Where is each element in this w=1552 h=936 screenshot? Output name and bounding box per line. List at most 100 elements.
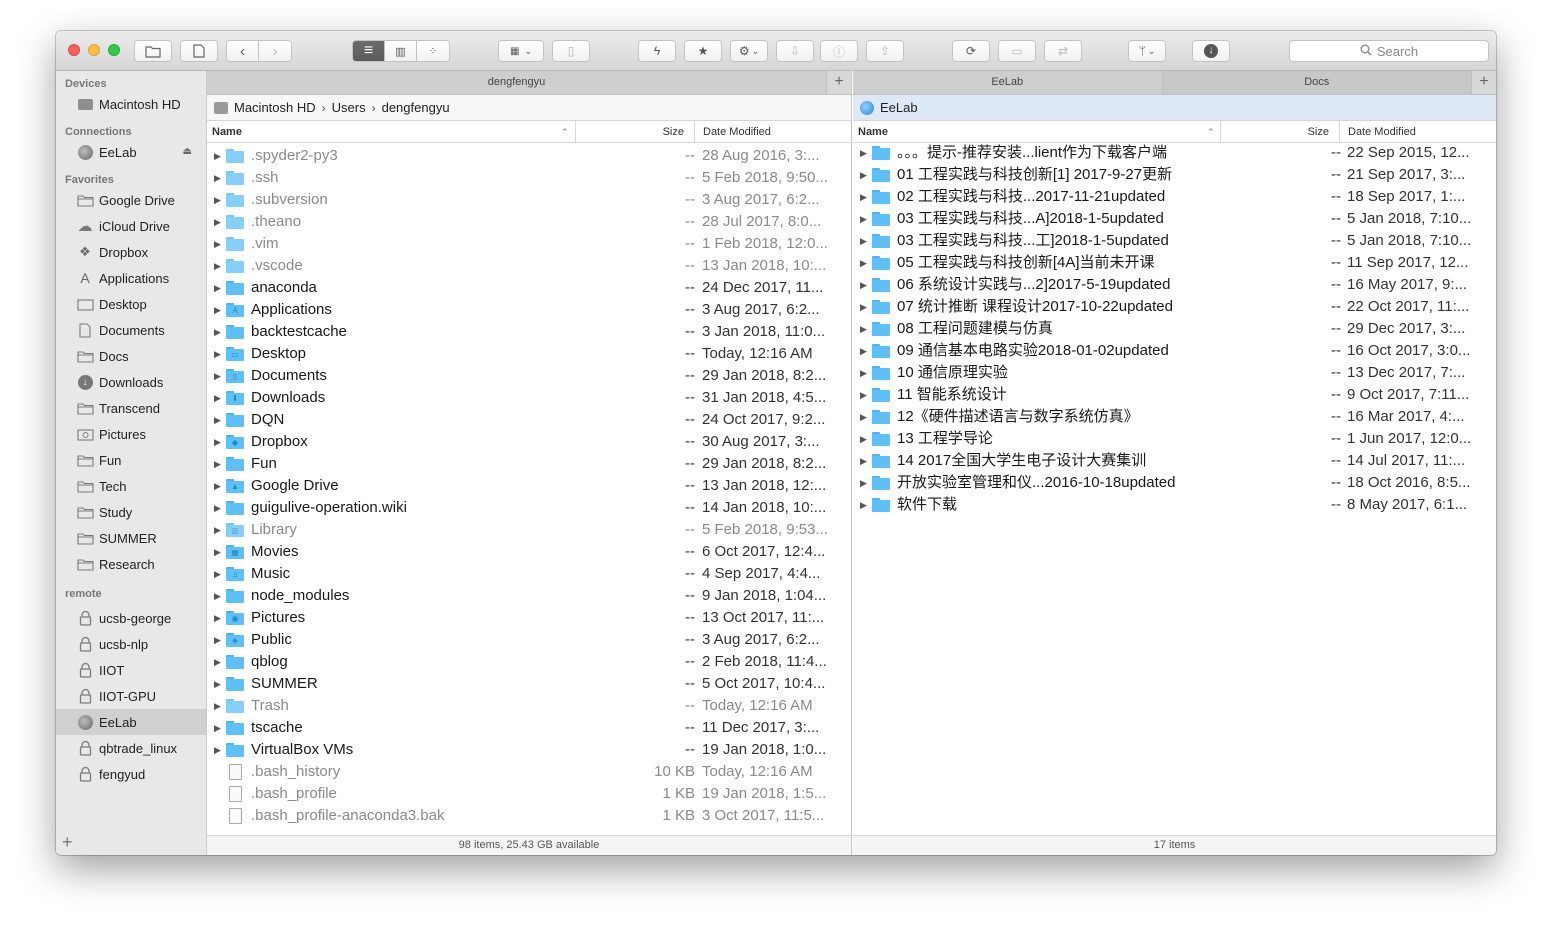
disclosure-triangle-icon[interactable]: ▶ <box>860 362 867 384</box>
disclosure-triangle-icon[interactable]: ▶ <box>214 365 221 387</box>
back-button[interactable]: ‹ <box>227 41 259 61</box>
sidebar-item-eelab[interactable]: EeLab <box>56 709 206 735</box>
disclosure-triangle-icon[interactable]: ▶ <box>860 450 867 472</box>
file-row[interactable]: ▶ node_modules -- 9 Jan 2018, 1:04... <box>207 585 851 607</box>
disclosure-triangle-icon[interactable]: ▶ <box>214 299 221 321</box>
disclosure-triangle-icon[interactable]: ▶ <box>214 189 221 211</box>
disclosure-triangle-icon[interactable]: ▶ <box>860 340 867 362</box>
file-row[interactable]: ▶ SUMMER -- 5 Oct 2017, 10:4... <box>207 673 851 695</box>
disclosure-triangle-icon[interactable]: ▶ <box>860 318 867 340</box>
sidebar-item-qbtrade-linux[interactable]: qbtrade_linux <box>56 735 206 761</box>
disclosure-triangle-icon[interactable]: ▶ <box>214 563 221 585</box>
file-row[interactable]: ▶ Fun -- 29 Jan 2018, 8:2... <box>207 453 851 475</box>
settings-menu-button[interactable]: ⚙ ⌄ <box>730 40 768 62</box>
sidebar-item-iiot[interactable]: IIOT <box>56 657 206 683</box>
share-button[interactable]: ⇪ <box>866 40 904 62</box>
sidebar-item-study[interactable]: Study <box>56 499 206 525</box>
file-row[interactable]: ▶ ▦ Movies -- 6 Oct 2017, 12:4... <box>207 541 851 563</box>
sidebar-item-fun[interactable]: Fun <box>56 447 206 473</box>
disclosure-triangle-icon[interactable]: ▶ <box>860 208 867 230</box>
search-input[interactable]: Search <box>1289 40 1489 62</box>
sidebar-item-documents[interactable]: Documents <box>56 317 206 343</box>
file-row[interactable]: ▶ 08 工程问题建模与仿真 -- 29 Dec 2017, 3:... <box>853 318 1496 340</box>
disclosure-triangle-icon[interactable]: ▶ <box>214 717 221 739</box>
file-row[interactable]: ▶ ▲ Google Drive -- 13 Jan 2018, 12:... <box>207 475 851 497</box>
disclosure-triangle-icon[interactable]: ▶ <box>214 629 221 651</box>
disclosure-triangle-icon[interactable]: ▶ <box>214 409 221 431</box>
disclosure-triangle-icon[interactable]: ▶ <box>860 296 867 318</box>
file-row[interactable]: ▶ VirtualBox VMs -- 19 Jan 2018, 1:0... <box>207 739 851 761</box>
file-row[interactable]: ▶ ◉ Pictures -- 13 Oct 2017, 11:... <box>207 607 851 629</box>
sidebar-item-eelab[interactable]: EeLab ⏏ <box>56 139 206 165</box>
disclosure-triangle-icon[interactable]: ▶ <box>860 164 867 186</box>
add-tab-button[interactable]: + <box>827 71 851 94</box>
disclosure-triangle-icon[interactable]: ▶ <box>214 497 221 519</box>
tab-eelab[interactable]: EeLab <box>853 71 1163 94</box>
sidebar-item-macintosh-hd[interactable]: Macintosh HD <box>56 91 206 117</box>
favorite-button[interactable]: ★ <box>684 40 722 62</box>
sidebar-item-google-drive[interactable]: Google Drive <box>56 187 206 213</box>
disclosure-triangle-icon[interactable]: ▶ <box>214 233 221 255</box>
disclosure-triangle-icon[interactable]: ▶ <box>214 387 221 409</box>
file-row[interactable]: ▶ .subversion -- 3 Aug 2017, 6:2... <box>207 189 851 211</box>
file-row[interactable]: ▶ ▭ Desktop -- Today, 12:16 AM <box>207 343 851 365</box>
tab-docs[interactable]: Docs <box>1162 71 1472 94</box>
arrange-menu-button[interactable]: ▦ ⌄ <box>498 40 544 62</box>
sidebar-item-tech[interactable]: Tech <box>56 473 206 499</box>
size-column-header[interactable]: Size <box>627 121 684 143</box>
breadcrumb-users[interactable]: Users <box>332 100 366 115</box>
sidebar-item-ucsb-nlp[interactable]: ucsb-nlp <box>56 631 206 657</box>
disclosure-triangle-icon[interactable]: ▶ <box>860 142 867 164</box>
disclosure-triangle-icon[interactable]: ▶ <box>214 453 221 475</box>
git-menu-button[interactable]: ᛘ ⌄ <box>1128 40 1166 62</box>
file-row[interactable]: ▶ ⬇ Downloads -- 31 Jan 2018, 4:5... <box>207 387 851 409</box>
disclosure-triangle-icon[interactable]: ▶ <box>860 494 867 516</box>
file-row[interactable]: ▶ .ssh -- 5 Feb 2018, 9:50... <box>207 167 851 189</box>
list-view-button[interactable]: ≡ <box>353 41 385 61</box>
file-row[interactable]: ▶ ▥ Library -- 5 Feb 2018, 9:53... <box>207 519 851 541</box>
new-file-button[interactable] <box>180 40 218 62</box>
file-row[interactable]: ▶ 03 工程实践与科技...A]2018-1-5updated -- 5 Ja… <box>853 208 1496 230</box>
file-row[interactable]: ▶ 05 工程实践与科技创新[4A]当前未开课 -- 11 Sep 2017, … <box>853 252 1496 274</box>
compare-button[interactable]: ⇄ <box>1044 40 1082 62</box>
download-button[interactable]: ↓ <box>1192 40 1230 62</box>
file-row[interactable]: ▶ Trash -- Today, 12:16 AM <box>207 695 851 717</box>
sidebar-item-research[interactable]: Research <box>56 551 206 577</box>
info-button[interactable]: ⓘ <box>820 40 858 62</box>
file-row[interactable]: ▶ 11 智能系统设计 -- 9 Oct 2017, 7:11... <box>853 384 1496 406</box>
eject-icon[interactable]: ⏏ <box>183 146 192 157</box>
name-column-header[interactable]: Name <box>212 121 242 143</box>
forward-button[interactable]: › <box>259 41 291 61</box>
disclosure-triangle-icon[interactable]: ▶ <box>214 431 221 453</box>
disclosure-triangle-icon[interactable]: ▶ <box>860 428 867 450</box>
disclosure-triangle-icon[interactable]: ▶ <box>214 211 221 233</box>
file-row[interactable]: ▶ qblog -- 2 Feb 2018, 11:4... <box>207 651 851 673</box>
file-row[interactable]: ▶ backtestcache -- 3 Jan 2018, 11:0... <box>207 321 851 343</box>
tab-dengfengyu[interactable]: dengfengyu <box>207 71 827 94</box>
file-row[interactable]: ▶ ♫ Music -- 4 Sep 2017, 4:4... <box>207 563 851 585</box>
breadcrumb-macintosh-hd[interactable]: Macintosh HD <box>234 100 316 115</box>
disclosure-triangle-icon[interactable]: ▶ <box>214 673 221 695</box>
refresh-button[interactable]: ⟳ <box>952 40 990 62</box>
sidebar-item-docs[interactable]: Docs <box>56 343 206 369</box>
file-row[interactable]: ▶ 09 通信基本电路实验2018-01-02updated -- 16 Oct… <box>853 340 1496 362</box>
file-row[interactable]: ▶ ◆ Dropbox -- 30 Aug 2017, 3:... <box>207 431 851 453</box>
disclosure-triangle-icon[interactable]: ▶ <box>214 475 221 497</box>
minimize-window-button[interactable] <box>88 44 100 56</box>
add-sidebar-item-button[interactable]: + <box>62 832 73 853</box>
disclosure-triangle-icon[interactable]: ▶ <box>214 541 221 563</box>
disclosure-triangle-icon[interactable]: ▶ <box>860 274 867 296</box>
sidebar-item-applications[interactable]: A Applications <box>56 265 206 291</box>
disclosure-triangle-icon[interactable]: ▶ <box>214 255 221 277</box>
file-row[interactable]: ▶ 06 系统设计实践与...2]2017-5-19updated -- 16 … <box>853 274 1496 296</box>
file-row[interactable]: ▶ A Applications -- 3 Aug 2017, 6:2... <box>207 299 851 321</box>
disclosure-triangle-icon[interactable]: ▶ <box>860 384 867 406</box>
archive-button[interactable]: ⇩ <box>776 40 814 62</box>
sidebar-item-downloads[interactable]: ↓ Downloads <box>56 369 206 395</box>
sidebar-item-iiot-gpu[interactable]: IIOT-GPU <box>56 683 206 709</box>
disclosure-triangle-icon[interactable]: ▶ <box>214 321 221 343</box>
file-row[interactable]: ▶ anaconda -- 24 Dec 2017, 11... <box>207 277 851 299</box>
file-row[interactable]: ▶ 14 2017全国大学生电子设计大赛集训 -- 14 Jul 2017, 1… <box>853 450 1496 472</box>
disclosure-triangle-icon[interactable]: ▶ <box>860 406 867 428</box>
file-row[interactable]: ▶ 软件下载 -- 8 May 2017, 6:1... <box>853 494 1496 516</box>
